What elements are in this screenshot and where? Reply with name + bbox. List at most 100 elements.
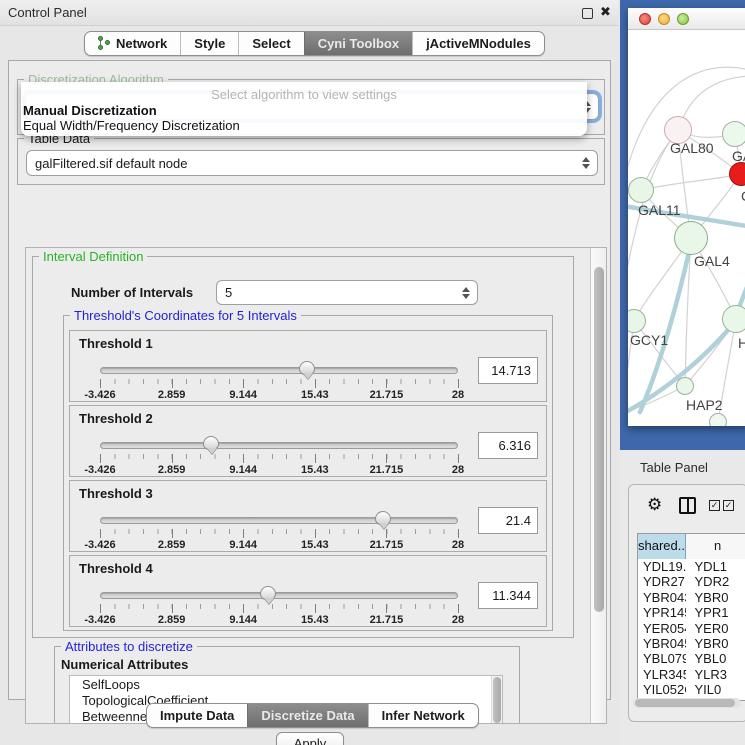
slider-major-tick <box>458 529 459 538</box>
cell-name[interactable]: YBR0 <box>686 636 745 651</box>
cell-shared-name[interactable]: YER054C <box>638 621 686 636</box>
column-header-name[interactable]: n <box>686 534 745 559</box>
slider-track[interactable] <box>100 592 458 599</box>
network-canvas[interactable]: GAL80GACGAL11GAL4GCY1HHAP2 <box>628 30 745 426</box>
slider-thumb[interactable] <box>375 511 391 525</box>
cell-name[interactable]: YBR0 <box>686 590 745 605</box>
network-node[interactable] <box>709 413 727 426</box>
network-node[interactable] <box>628 177 654 203</box>
tab-discretize-data[interactable]: Discretize Data <box>247 704 367 727</box>
table-row[interactable]: YIL052CYIL0 <box>638 682 745 697</box>
cell-shared-name[interactable]: YDR27... <box>638 574 686 589</box>
slider-thumb[interactable] <box>203 436 219 450</box>
gear-icon[interactable]: ⚙ <box>647 495 662 515</box>
apply-button[interactable]: Apply <box>276 732 344 745</box>
table-row[interactable]: YLR345WYLR3 <box>638 667 745 682</box>
number-of-intervals-label: Number of Intervals <box>71 285 193 300</box>
cell-shared-name[interactable]: YPR145W <box>638 605 686 620</box>
table-row[interactable]: YBR043CYBR0 <box>638 590 745 605</box>
threshold-slider[interactable]: -3.4262.8599.14415.4321.71528 <box>100 586 458 626</box>
cell-name[interactable]: YIL0 <box>686 682 745 697</box>
cell-name[interactable]: YER0 <box>686 621 745 636</box>
cell-shared-name[interactable]: YIL052C <box>638 682 686 697</box>
tab-cyni-toolbox[interactable]: Cyni Toolbox <box>304 32 412 55</box>
node-table: shared... n YDL19...YDL1YDR27...YDR2YBR0… <box>637 533 745 701</box>
column-header-shared[interactable]: shared... <box>638 534 686 559</box>
checkbox-icon[interactable]: ✓ <box>723 500 734 511</box>
group-title: Threshold's Coordinates for 5 Intervals <box>70 308 301 323</box>
network-node[interactable] <box>722 121 745 147</box>
slider-thumb[interactable] <box>299 361 315 375</box>
table-row[interactable]: YDL19...YDL1 <box>638 559 745 574</box>
popup-item-manual-discretization[interactable]: Manual Discretization <box>23 103 585 118</box>
node-label: GAL80 <box>670 140 714 156</box>
slider-major-tick <box>100 454 101 463</box>
tab-infer-network[interactable]: Infer Network <box>368 704 478 727</box>
node-label: GAL4 <box>694 253 730 269</box>
cell-name[interactable]: YBL0 <box>686 651 745 666</box>
tick-label: 15.43 <box>301 389 329 401</box>
threshold-value-field[interactable]: 21.4 <box>478 507 538 534</box>
network-node[interactable] <box>674 221 708 255</box>
network-node[interactable] <box>722 305 745 333</box>
slider-minor-ticks <box>100 379 459 384</box>
cell-name[interactable]: YPR1 <box>686 605 745 620</box>
slider-major-tick <box>243 604 244 613</box>
table-panel-title: Table Panel <box>640 460 708 475</box>
cell-shared-name[interactable]: YLR345W <box>638 667 686 682</box>
panel-title: Control Panel <box>8 5 87 20</box>
tab-select[interactable]: Select <box>238 32 303 55</box>
tab-jactivemnodules[interactable]: jActiveMNodules <box>412 32 544 55</box>
threshold-value-field[interactable]: 6.316 <box>478 432 538 459</box>
cell-shared-name[interactable]: YBR045C <box>638 636 686 651</box>
list-scrollbar[interactable] <box>491 676 502 724</box>
number-of-intervals-combobox[interactable]: 5 <box>216 280 478 305</box>
slider-major-tick <box>386 529 387 538</box>
table-data-combobox[interactable]: galFiltered.sif default node <box>26 150 598 176</box>
split-columns-icon[interactable] <box>679 497 696 514</box>
threshold-panel: Threshold 2 -3.4262.8599.14415.4321.7152… <box>69 405 547 477</box>
minimize-traffic-light[interactable] <box>658 13 670 25</box>
close-traffic-light[interactable] <box>639 13 651 25</box>
threshold-value-field[interactable]: 14.713 <box>478 357 538 384</box>
slider-track[interactable] <box>100 367 458 374</box>
network-node[interactable] <box>676 377 694 395</box>
tab-network[interactable]: Network <box>85 32 180 55</box>
table-row[interactable]: YDR27...YDR2 <box>638 574 745 589</box>
cell-shared-name[interactable]: YBR043C <box>638 590 686 605</box>
settings-scrollbar[interactable] <box>590 248 606 723</box>
cell-name[interactable]: YDL1 <box>686 559 745 574</box>
table-row[interactable]: YBL079WYBL0 <box>638 651 745 666</box>
combo-arrows-icon <box>462 286 470 300</box>
tick-label: -3.426 <box>84 614 115 626</box>
cell-name[interactable]: YLR3 <box>686 667 745 682</box>
slider-track[interactable] <box>100 517 458 524</box>
tick-label: 2.859 <box>158 614 186 626</box>
table-row[interactable]: YBR045CYBR0 <box>638 636 745 651</box>
node-label: HAP2 <box>686 397 723 413</box>
tab-style[interactable]: Style <box>180 32 238 55</box>
numerical-attributes-label: Numerical Attributes <box>61 657 188 672</box>
threshold-value-field[interactable]: 11.344 <box>478 582 538 609</box>
table-row[interactable]: YER054CYER0 <box>638 621 745 636</box>
zoom-traffic-light[interactable] <box>677 13 689 25</box>
slider-track[interactable] <box>100 442 458 449</box>
popup-item-equal-width-frequency[interactable]: Equal Width/Frequency Discretization <box>23 118 585 133</box>
float-window-icon[interactable] <box>582 8 593 19</box>
cell-shared-name[interactable]: YDL19... <box>638 559 686 574</box>
cell-name[interactable]: YDR2 <box>686 574 745 589</box>
cell-shared-name[interactable]: YBL079W <box>638 651 686 666</box>
threshold-slider[interactable]: -3.4262.8599.14415.4321.71528 <box>100 511 458 551</box>
close-icon[interactable]: ✖ <box>599 6 612 19</box>
slider-thumb[interactable] <box>260 586 276 600</box>
threshold-slider[interactable]: -3.4262.8599.14415.4321.71528 <box>100 436 458 476</box>
table-row[interactable]: YPR145WYPR1 <box>638 605 745 620</box>
slider-minor-ticks <box>100 454 459 459</box>
tick-label: 28 <box>452 464 464 476</box>
tab-impute-data[interactable]: Impute Data <box>147 704 247 727</box>
list-item[interactable]: SelfLoops <box>70 676 502 692</box>
table-horizontal-scrollbar[interactable] <box>633 698 741 708</box>
threshold-slider[interactable]: -3.4262.8599.14415.4321.71528 <box>100 361 458 401</box>
threshold-label: Threshold 4 <box>79 561 153 576</box>
checkbox-icon[interactable]: ✓ <box>709 500 720 511</box>
